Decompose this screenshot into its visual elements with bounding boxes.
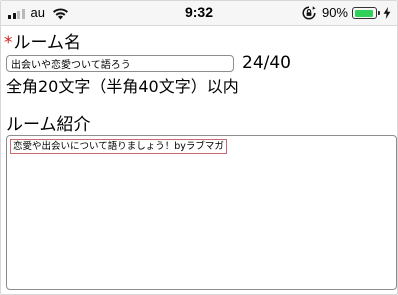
room-intro-textarea[interactable]: 恋愛や出会いについて語りましょう！byラブマガ <box>6 135 397 290</box>
status-right: 90% <box>302 5 391 21</box>
app-frame: au 9:32 90% *ルーム名 出会いや恋愛ついて語ろう 24/40 全角2… <box>0 0 398 295</box>
battery-icon <box>352 7 377 19</box>
battery-percent: 90% <box>321 5 348 20</box>
rotation-lock-icon <box>302 6 316 20</box>
required-mark: * <box>4 33 13 53</box>
battery-tip <box>378 11 380 15</box>
room-name-input[interactable] <box>6 55 234 72</box>
room-name-char-counter: 24/40 <box>242 53 291 73</box>
room-intro-text: 恋愛や出会いについて語りましょう！byラブマガ <box>10 139 227 154</box>
room-name-hint: 全角20文字（半角40文字）以内 <box>6 77 239 96</box>
status-bar: au 9:32 90% <box>1 1 397 26</box>
room-name-label-text: ルーム名 <box>13 33 82 53</box>
room-intro-label: ルーム紹介 <box>6 115 91 135</box>
battery-level-fill <box>354 9 373 17</box>
room-name-label: *ルーム名 <box>4 32 81 54</box>
charging-bolt-icon <box>383 7 391 19</box>
